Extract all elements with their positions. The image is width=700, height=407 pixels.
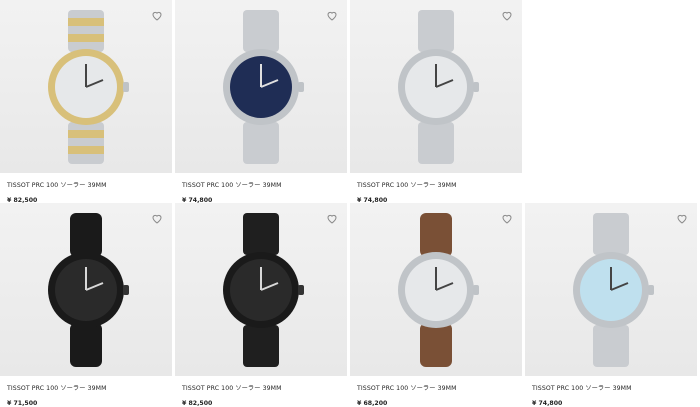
product-name[interactable]: TISSOT PRC 100 ソーラー 39MM [7,180,172,189]
product-image[interactable] [175,203,347,376]
product-card[interactable]: TISSOT PRC 100 ソーラー 39MM ¥ 74,800 [350,0,522,204]
watch-image [48,213,129,367]
product-image[interactable] [350,203,522,376]
watch-image [573,213,654,367]
product-card[interactable]: TISSOT PRC 100 ソーラー 39MM ¥ 68,200 [350,203,522,407]
favorite-heart-icon[interactable] [325,211,339,225]
product-image[interactable] [0,0,172,173]
watch-image [398,10,479,164]
product-image[interactable] [175,0,347,173]
watch-image [223,213,304,367]
product-name[interactable]: TISSOT PRC 100 ソーラー 39MM [7,383,172,392]
favorite-heart-icon[interactable] [325,8,339,22]
product-name[interactable]: TISSOT PRC 100 ソーラー 39MM [357,383,522,392]
favorite-heart-icon[interactable] [150,211,164,225]
product-name[interactable]: TISSOT PRC 100 ソーラー 39MM [182,383,347,392]
product-name[interactable]: TISSOT PRC 100 ソーラー 39MM [357,180,522,189]
favorite-heart-icon[interactable] [500,211,514,225]
product-card[interactable]: TISSOT PRC 100 ソーラー 39MM ¥ 82,500 [175,203,347,407]
product-name[interactable]: TISSOT PRC 100 ソーラー 39MM [182,180,347,189]
favorite-heart-icon[interactable] [150,8,164,22]
product-name[interactable]: TISSOT PRC 100 ソーラー 39MM [532,383,697,392]
product-image[interactable] [350,0,522,173]
favorite-heart-icon[interactable] [500,8,514,22]
favorite-heart-icon[interactable] [675,211,689,225]
watch-image [398,213,479,367]
product-image[interactable] [0,203,172,376]
watch-image [48,10,129,164]
product-card[interactable]: TISSOT PRC 100 ソーラー 39MM ¥ 74,800 [525,203,697,407]
product-card[interactable]: TISSOT PRC 100 ソーラー 39MM ¥ 71,500 [0,203,172,407]
product-grid: TISSOT PRC 100 ソーラー 39MM ¥ 82,500 TISSOT… [0,0,700,407]
product-image[interactable] [525,203,697,376]
product-card[interactable]: TISSOT PRC 100 ソーラー 39MM ¥ 74,800 [175,0,347,204]
watch-image [223,10,304,164]
product-card[interactable]: TISSOT PRC 100 ソーラー 39MM ¥ 82,500 [0,0,172,204]
